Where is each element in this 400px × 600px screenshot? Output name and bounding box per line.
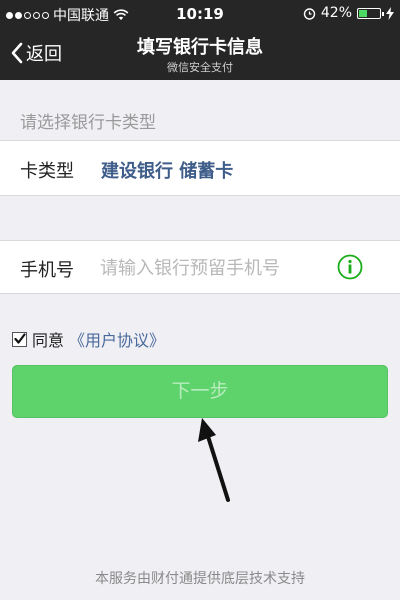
- nav-bar: 返回 填写银行卡信息 微信安全支付: [0, 28, 400, 80]
- agreement: 同意 《用户协议》: [12, 327, 165, 351]
- footer-text: 本服务由财付通提供底层技术支持: [95, 571, 305, 587]
- status-bar: 中国联通 10:19 42%: [0, 0, 400, 28]
- battery-percent: 42%: [320, 5, 352, 21]
- section-hint: 请选择银行卡类型: [20, 113, 156, 133]
- card-type-row[interactable]: 卡类型 建设银行 储蓄卡: [0, 140, 400, 196]
- agree-label: 同意: [32, 331, 65, 350]
- phone-input[interactable]: [98, 253, 332, 283]
- agree-checkbox[interactable]: [12, 331, 27, 347]
- battery-fill: [359, 9, 367, 17]
- user-agreement-link[interactable]: 《用户协议》: [69, 327, 165, 351]
- card-type-value[interactable]: 建设银行 储蓄卡: [101, 157, 233, 183]
- arrow-annotation-icon: [198, 418, 230, 502]
- next-step-button[interactable]: 下一步: [12, 365, 388, 418]
- charging-icon: [386, 6, 394, 20]
- page-title: 填写银行卡信息: [137, 37, 263, 58]
- info-icon[interactable]: [337, 254, 363, 280]
- card-type-label: 卡类型: [20, 161, 74, 182]
- phone-label: 手机号: [20, 260, 74, 281]
- status-right: 42%: [303, 5, 394, 21]
- page-subtitle: 微信安全支付: [167, 61, 233, 74]
- checkmark-icon: [13, 333, 26, 344]
- battery-icon: [357, 7, 384, 19]
- alarm-icon: [303, 7, 316, 20]
- phone-row: 手机号: [0, 240, 400, 294]
